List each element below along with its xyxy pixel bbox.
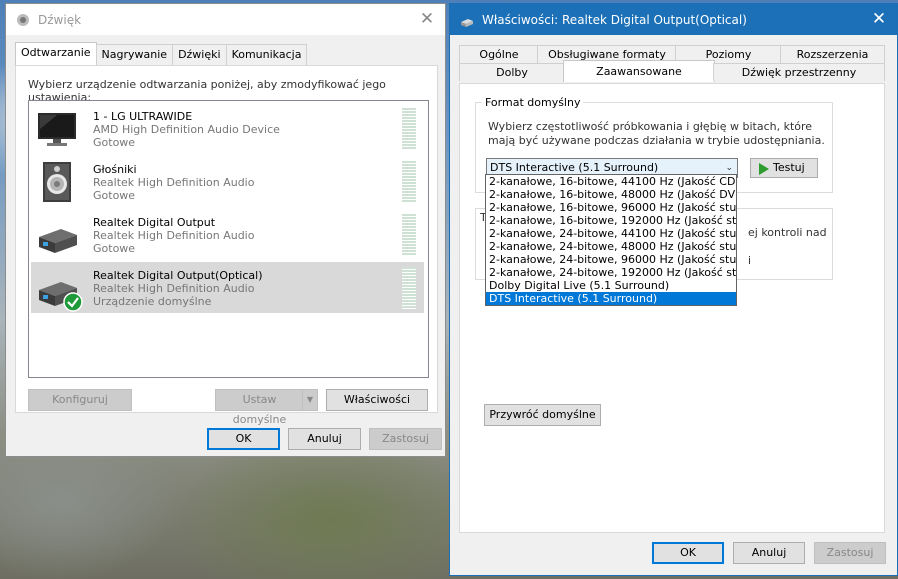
- dropdown-option[interactable]: 2-kanałowe, 16-bitowe, 192000 Hz (Jakość…: [486, 214, 736, 227]
- default-check-icon: [63, 292, 83, 312]
- playback-device-list[interactable]: 1 - LG ULTRAWIDE AMD High Definition Aud…: [28, 100, 429, 378]
- device-status: Gotowe: [93, 242, 136, 255]
- device-driver: Realtek High Definition Audio: [93, 176, 255, 189]
- tab-enhancements[interactable]: Rozszerzenia: [780, 45, 885, 63]
- cancel-button[interactable]: Anuluj: [288, 428, 361, 450]
- dropdown-option[interactable]: 2-kanałowe, 24-bitowe, 96000 Hz (Jakość …: [486, 253, 736, 266]
- digital-output-icon: [35, 215, 79, 255]
- chevron-down-icon[interactable]: ▼: [302, 390, 317, 410]
- configure-button[interactable]: Konfiguruj: [28, 389, 132, 411]
- sound-dialog-titlebar[interactable]: Dźwięk ✕: [6, 4, 445, 35]
- tab-spatial-sound[interactable]: Dźwięk przestrzenny: [713, 63, 885, 81]
- cancel-button[interactable]: Anuluj: [733, 542, 805, 564]
- test-button[interactable]: Testuj: [750, 158, 818, 178]
- tab-recording[interactable]: Nagrywanie: [95, 44, 174, 66]
- tab-general[interactable]: Ogólne: [459, 45, 539, 63]
- exclusive-mode-text-partial: ej kontroli nad: [748, 226, 827, 239]
- properties-dialog-titlebar[interactable]: Właściwości: Realtek Digital Output(Opti…: [450, 4, 897, 35]
- list-item[interactable]: 1 - LG ULTRAWIDE AMD High Definition Aud…: [31, 103, 424, 154]
- apply-button[interactable]: Zastosuj: [369, 428, 442, 450]
- properties-tabs-row2: Dolby Zaawansowane Dźwięk przestrzenny: [459, 60, 885, 84]
- tab-advanced[interactable]: Zaawansowane: [563, 60, 715, 82]
- list-item[interactable]: Realtek Digital Output Realtek High Defi…: [31, 209, 424, 260]
- device-status: Urządzenie domyślne: [93, 295, 212, 308]
- device-status: Gotowe: [93, 189, 136, 202]
- level-meter: [402, 214, 416, 256]
- device-name: Realtek Digital Output(Optical): [93, 269, 263, 282]
- advanced-panel: Format domyślny Wybierz częstotliwość pr…: [459, 83, 885, 533]
- ok-button[interactable]: OK: [207, 428, 280, 450]
- properties-dialog-title: Właściwości: Realtek Digital Output(Opti…: [482, 12, 747, 27]
- device-driver: Realtek High Definition Audio: [93, 282, 255, 295]
- list-item-selected[interactable]: Realtek Digital Output(Optical) Realtek …: [31, 262, 424, 313]
- dropdown-option[interactable]: 2-kanałowe, 24-bitowe, 192000 Hz (Jakość…: [486, 266, 736, 279]
- exclusive-mode-text-partial-2: i: [748, 254, 752, 267]
- close-icon[interactable]: ✕: [415, 8, 439, 30]
- device-name: Realtek Digital Output: [93, 216, 216, 229]
- dropdown-option[interactable]: 2-kanałowe, 16-bitowe, 96000 Hz (Jakość …: [486, 201, 736, 214]
- dropdown-option[interactable]: 2-kanałowe, 16-bitowe, 44100 Hz (Jakość …: [486, 175, 736, 188]
- default-format-selected: DTS Interactive (5.1 Surround): [490, 161, 659, 174]
- list-item[interactable]: Głośniki Realtek High Definition Audio G…: [31, 156, 424, 207]
- tab-communications[interactable]: Komunikacja: [225, 44, 308, 66]
- test-button-label: Testuj: [773, 161, 805, 174]
- level-meter: [402, 267, 416, 309]
- device-status: Gotowe: [93, 136, 136, 149]
- speaker-title-icon: [16, 13, 30, 27]
- tab-playback[interactable]: Odtwarzanie: [15, 42, 97, 66]
- restore-defaults-button[interactable]: Przywróć domyślne: [484, 404, 601, 426]
- tab-sounds[interactable]: Dźwięki: [172, 44, 227, 66]
- sound-tabs: Odtwarzanie Nagrywanie Dźwięki Komunikac…: [15, 42, 308, 66]
- set-default-button[interactable]: Ustaw domyślne ▼: [215, 389, 318, 426]
- monitor-icon: [35, 109, 79, 149]
- level-meter: [402, 161, 416, 203]
- playback-panel: Wybierz urządzenie odtwarzania poniżej, …: [15, 65, 438, 426]
- set-default-label: Ustaw domyślne: [232, 393, 287, 426]
- default-format-description: Wybierz częstotliwość próbkowania i głęb…: [488, 120, 825, 147]
- speaker-title-icon: [460, 13, 474, 27]
- default-format-label: Format domyślny: [482, 96, 584, 109]
- speaker-icon: [35, 162, 79, 202]
- device-driver: AMD High Definition Audio Device: [93, 123, 280, 136]
- apply-button[interactable]: Zastosuj: [814, 542, 886, 564]
- device-name: Głośniki: [93, 163, 137, 176]
- dropdown-option[interactable]: 2-kanałowe, 16-bitowe, 48000 Hz (Jakość …: [486, 188, 736, 201]
- dropdown-option[interactable]: 2-kanałowe, 24-bitowe, 44100 Hz (Jakość …: [486, 227, 736, 240]
- ok-button[interactable]: OK: [652, 542, 724, 564]
- close-icon[interactable]: ✕: [867, 8, 891, 30]
- device-driver: Realtek High Definition Audio: [93, 229, 255, 242]
- properties-button[interactable]: Właściwości: [326, 389, 428, 411]
- dropdown-option[interactable]: 2-kanałowe, 24-bitowe, 48000 Hz (Jakość …: [486, 240, 736, 253]
- level-meter: [402, 108, 416, 150]
- dropdown-option[interactable]: Dolby Digital Live (5.1 Surround): [486, 279, 736, 292]
- tab-dolby[interactable]: Dolby: [459, 63, 565, 81]
- device-name: 1 - LG ULTRAWIDE: [93, 110, 193, 123]
- dropdown-option-selected[interactable]: DTS Interactive (5.1 Surround): [486, 292, 736, 305]
- sound-dialog-title: Dźwięk: [38, 12, 82, 27]
- default-format-dropdown[interactable]: 2-kanałowe, 16-bitowe, 44100 Hz (Jakość …: [485, 174, 737, 306]
- play-icon: [759, 163, 769, 175]
- sound-dialog: Dźwięk ✕ Odtwarzanie Nagrywanie Dźwięki …: [5, 3, 446, 457]
